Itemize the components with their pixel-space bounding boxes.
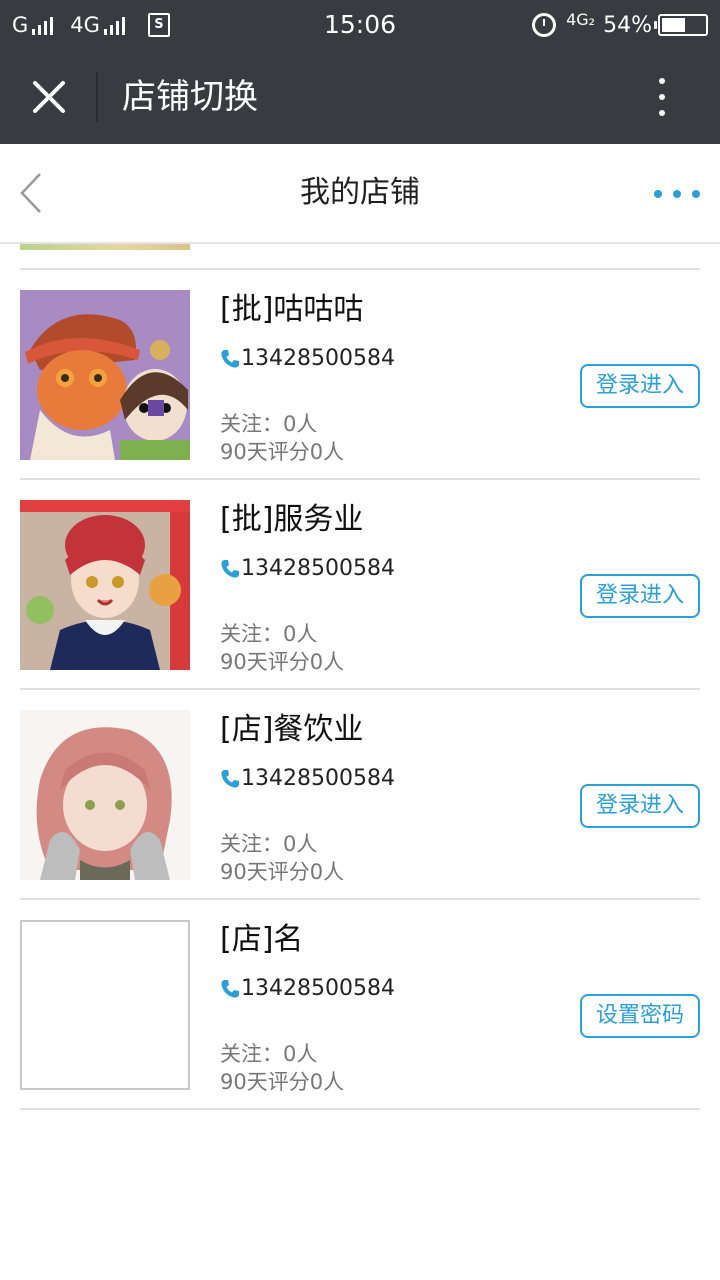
close-icon (33, 81, 65, 113)
shop-rating-count: 90天评分0人 (220, 860, 345, 884)
shop-avatar (20, 500, 190, 670)
title-bar: 店铺切换 (0, 50, 720, 144)
shop-phone-number: 13428500584 (241, 766, 395, 791)
network-label: 4G₂ (566, 9, 596, 29)
previous-item-peek (20, 244, 700, 270)
shop-item[interactable]: [批]服务业 13428500584 关注：0人 90天评分0人 登录进入 (20, 480, 700, 690)
shop-name: [批]服务业 (220, 502, 364, 537)
shop-name: [店]餐饮业 (220, 712, 364, 747)
phone-icon (221, 560, 239, 578)
shop-phone: 13428500584 (220, 764, 395, 794)
window-title: 店铺切换 (122, 77, 258, 117)
page-header: 我的店铺 (0, 144, 720, 244)
shop-name: [批]咕咕咕 (220, 292, 364, 327)
anime-avatar-image (20, 710, 190, 880)
anime-avatar-image (20, 290, 190, 460)
shop-list: [批]咕咕咕 13428500584 关注：0人 90天评分0人 登录进入 [批… (20, 244, 700, 1110)
alarm-icon (532, 13, 557, 37)
page-more-button[interactable] (654, 180, 700, 206)
battery-icon (654, 14, 708, 36)
phone-icon (221, 770, 239, 788)
shop-avatar (20, 290, 190, 460)
close-button[interactable] (22, 70, 76, 124)
shop-item[interactable]: [店]名 13428500584 关注：0人 90天评分0人 设置密码 (20, 900, 700, 1110)
page-title: 我的店铺 (300, 175, 420, 210)
shop-phone: 13428500584 (220, 974, 395, 1004)
login-button[interactable]: 登录进入 (580, 784, 700, 828)
shop-avatar (20, 710, 190, 880)
battery-percent: 54% (603, 12, 652, 38)
phone-icon (221, 980, 239, 998)
shop-item[interactable]: [店]餐饮业 13428500584 关注：0人 90天评分0人 登录进入 (20, 690, 700, 900)
shop-follow-count: 关注：0人 (220, 1042, 318, 1066)
shop-item[interactable]: [批]咕咕咕 13428500584 关注：0人 90天评分0人 登录进入 (20, 270, 700, 480)
title-divider (96, 72, 98, 122)
shop-rating-count: 90天评分0人 (220, 650, 345, 674)
shop-phone-number: 13428500584 (241, 976, 395, 1001)
status-bar: G 4G S 15:06 4G₂ 54% (0, 0, 720, 50)
menu-button[interactable] (642, 72, 682, 122)
shop-rating-count: 90天评分0人 (220, 1070, 345, 1094)
status-right: 4G₂ 54% (532, 8, 708, 42)
set-password-button[interactable]: 设置密码 (580, 994, 700, 1038)
shop-avatar-placeholder (20, 920, 190, 1090)
phone-icon (221, 350, 239, 368)
shop-follow-count: 关注：0人 (220, 622, 318, 646)
login-button[interactable]: 登录进入 (580, 364, 700, 408)
shop-phone: 13428500584 (220, 554, 395, 584)
anime-avatar-image (20, 500, 190, 670)
battery-level (662, 18, 685, 32)
shop-phone-number: 13428500584 (241, 556, 395, 581)
login-button[interactable]: 登录进入 (580, 574, 700, 618)
shop-name: [店]名 (220, 922, 304, 957)
previous-item-thumbnail (20, 244, 190, 250)
shop-follow-count: 关注：0人 (220, 832, 318, 856)
shop-phone: 13428500584 (220, 344, 395, 374)
shop-follow-count: 关注：0人 (220, 412, 318, 436)
shop-phone-number: 13428500584 (241, 346, 395, 371)
shop-rating-count: 90天评分0人 (220, 440, 345, 464)
